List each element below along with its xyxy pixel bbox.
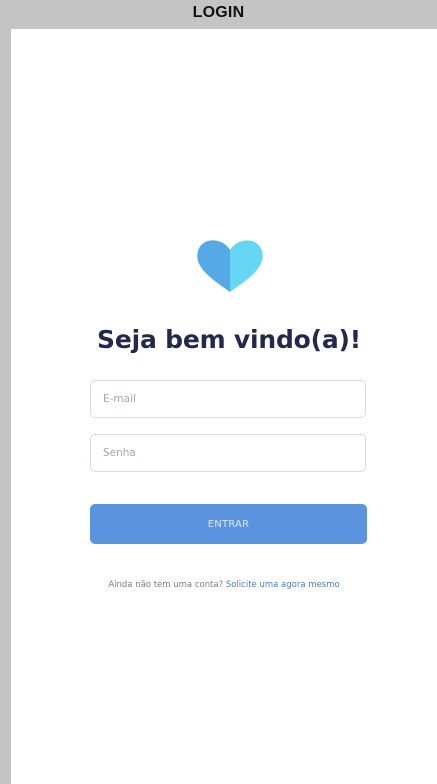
signup-prompt-text: Ainda não tem uma conta? [108,579,224,590]
heart-icon [197,240,263,292]
password-input[interactable] [90,434,366,472]
request-account-link[interactable]: Solicite uma agora mesmo [226,580,340,590]
window-title: LOGIN [192,4,245,21]
window-title-bar: LOGIN [0,0,437,29]
login-screen: Seja bem vindo(a)! ENTRAR Ainda não tem … [11,29,437,784]
login-button[interactable]: ENTRAR [90,504,367,544]
signup-prompt-row: Ainda não tem uma conta? Solicite uma ag… [11,580,437,590]
welcome-heading: Seja bem vindo(a)! [97,325,361,354]
email-input[interactable] [90,380,366,418]
